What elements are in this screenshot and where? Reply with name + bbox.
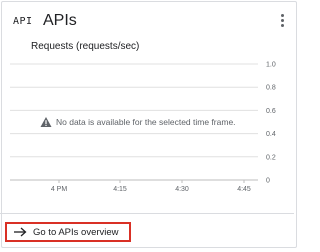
y-tick-label: 0.6 <box>266 108 276 115</box>
x-tick-label: 4:45 <box>237 186 251 193</box>
y-tick-label: 0.2 <box>266 154 276 161</box>
y-tick-label: 0 <box>266 178 270 185</box>
x-tick-label: 4:30 <box>175 186 189 193</box>
go-to-apis-overview-link[interactable]: Go to APIs overview <box>5 222 131 242</box>
warning-icon <box>40 117 52 127</box>
go-to-apis-overview-label: Go to APIs overview <box>33 227 119 238</box>
x-tick-label: 4:15 <box>113 186 127 193</box>
x-tick-label: 4 PM <box>51 186 68 193</box>
y-tick-label: 0.8 <box>266 85 276 92</box>
y-tick-label: 0.4 <box>266 131 276 138</box>
arrow-right-icon <box>14 227 27 237</box>
y-tick-label: 1.0 <box>266 62 276 69</box>
no-data-text: No data is available for the selected ti… <box>56 117 236 127</box>
no-data-message: No data is available for the selected ti… <box>40 116 260 130</box>
card-divider <box>0 213 294 214</box>
